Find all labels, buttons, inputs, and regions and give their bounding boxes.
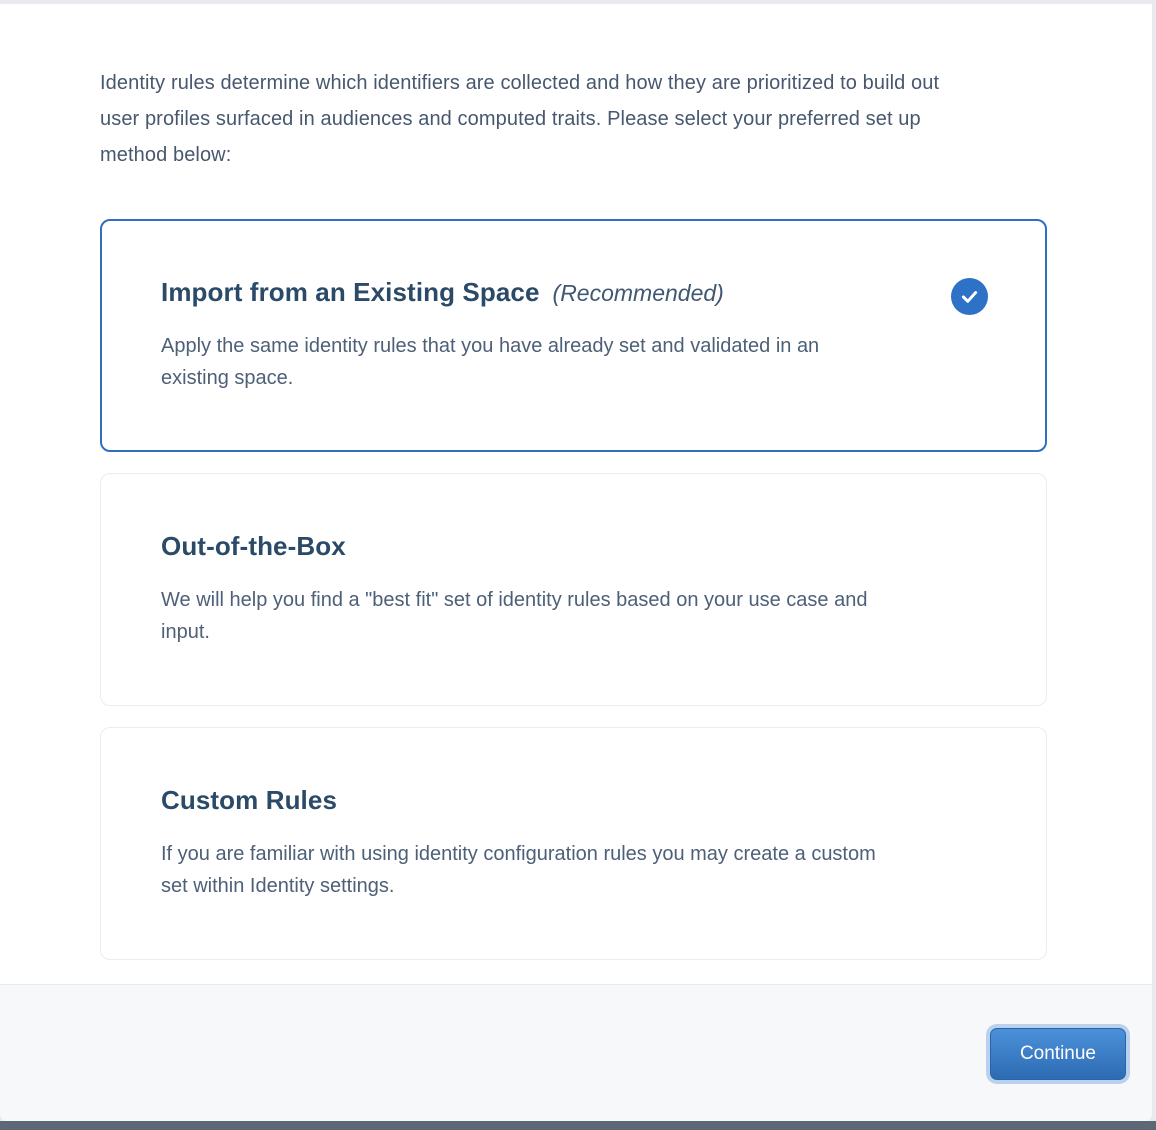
option-description: Apply the same identity rules that you h… [161,330,886,394]
background-bottom-bar [0,1121,1156,1130]
option-title-row: Import from an Existing Space (Recommend… [161,277,886,308]
option-title: Out-of-the-Box [161,531,346,562]
option-card-import-existing-space[interactable]: Import from an Existing Space (Recommend… [100,219,1047,452]
option-description: We will help you find a "best fit" set o… [161,584,886,648]
continue-button[interactable]: Continue [990,1028,1126,1080]
dialog-footer: Continue [0,984,1152,1123]
intro-text: Identity rules determine which identifie… [100,65,972,173]
dialog-body: Identity rules determine which identifie… [0,4,1152,984]
option-description: If you are familiar with using identity … [161,838,886,902]
option-title: Import from an Existing Space [161,277,540,308]
option-title: Custom Rules [161,785,337,816]
identity-setup-dialog: Identity rules determine which identifie… [0,4,1152,1123]
option-title-row: Out-of-the-Box [161,531,886,562]
option-card-out-of-the-box[interactable]: Out-of-the-Box We will help you find a "… [100,473,1047,706]
option-title-row: Custom Rules [161,785,886,816]
check-icon [951,278,988,315]
option-card-custom-rules[interactable]: Custom Rules If you are familiar with us… [100,727,1047,960]
recommended-badge: (Recommended) [553,280,724,307]
